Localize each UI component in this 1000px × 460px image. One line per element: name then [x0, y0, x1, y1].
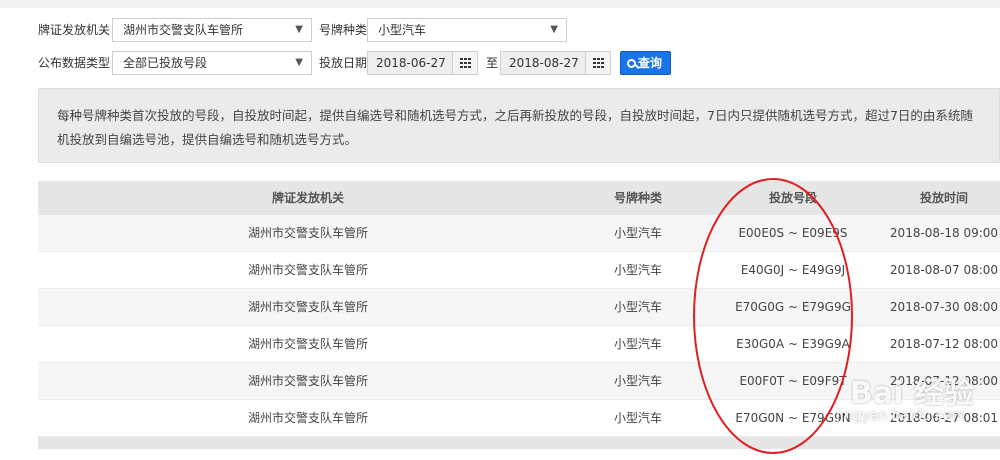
cell-segment: E70G0N ~ E79G9N	[735, 411, 851, 425]
chevron-down-icon: ▼	[295, 57, 303, 68]
query-button-label: 查询	[638, 56, 663, 70]
cell-segment: E00E0S ~ E09E9S	[738, 226, 848, 240]
table-footer	[38, 437, 1000, 449]
issuer-label: 牌证发放机关	[38, 23, 111, 37]
header-plate-type: 号牌种类	[613, 191, 662, 205]
date-label: 投放日期	[319, 56, 368, 70]
plate-type-label: 号牌种类	[319, 23, 368, 37]
date-from-input[interactable]: 2018-06-27	[367, 51, 478, 75]
cell-plate-type: 小型汽车	[613, 411, 662, 425]
data-type-select-value: 全部已投放号段	[123, 56, 208, 70]
header-time: 投放时间	[919, 191, 968, 205]
data-type-select[interactable]: 全部已投放号段 ▼	[112, 51, 312, 75]
notice-box: 每种号牌种类首次投放的号段，自投放时间起，提供自编选号和随机选号方式，之后再新投…	[38, 88, 1000, 163]
cell-time: 2018-07-30 08:00	[889, 300, 999, 314]
date-from-picker-button[interactable]	[452, 51, 478, 75]
table-row: 湖州市交警支队车管所 小型汽车 E00F0T ~ E09F9T 2018-07-…	[38, 363, 1000, 400]
date-from-value: 2018-06-27	[376, 56, 446, 70]
chevron-down-icon: ▼	[295, 24, 303, 35]
plate-type-select-value: 小型汽车	[378, 23, 427, 37]
top-strip	[0, 0, 1000, 8]
results-table: 牌证发放机关 号牌种类 投放号段 投放时间 湖州市交警支队车管所 小型汽车 E0…	[38, 181, 1000, 449]
cell-segment: E00F0T ~ E09F9T	[739, 374, 847, 388]
date-to-picker-button[interactable]	[585, 51, 611, 75]
date-separator: 至	[486, 56, 499, 70]
table-row: 湖州市交警支队车管所 小型汽车 E70G0G ~ E79G9G 2018-07-…	[38, 289, 1000, 326]
cell-segment: E70G0G ~ E79G9G	[735, 300, 851, 314]
cell-plate-type: 小型汽车	[613, 226, 662, 240]
header-segment: 投放号段	[768, 191, 817, 205]
date-to-input[interactable]: 2018-08-27	[500, 51, 611, 75]
table-row: 湖州市交警支队车管所 小型汽车 E00E0S ~ E09E9S 2018-08-…	[38, 215, 1000, 252]
table-row: 湖州市交警支队车管所 小型汽车 E70G0N ~ E79G9N 2018-06-…	[38, 400, 1000, 437]
calendar-icon	[460, 58, 472, 68]
cell-issuer: 湖州市交警支队车管所	[247, 337, 368, 351]
cell-issuer: 湖州市交警支队车管所	[247, 300, 368, 314]
cell-segment: E30G0A ~ E39G9A	[736, 337, 850, 351]
cell-issuer: 湖州市交警支队车管所	[247, 226, 368, 240]
cell-plate-type: 小型汽车	[613, 300, 662, 314]
plate-type-select[interactable]: 小型汽车 ▼	[367, 18, 567, 42]
cell-time: 2018-08-18 09:00	[889, 226, 999, 240]
filter-form: 牌证发放机关 湖州市交警支队车管所 ▼ 号牌种类 小型汽车 ▼ 公布数据类型 全…	[0, 18, 1000, 80]
cell-plate-type: 小型汽车	[613, 263, 662, 277]
cell-issuer: 湖州市交警支队车管所	[247, 374, 368, 388]
data-type-label: 公布数据类型	[38, 56, 111, 70]
cell-segment: E40G0J ~ E49G9J	[740, 263, 846, 277]
chevron-down-icon: ▼	[550, 24, 558, 35]
notice-text: 每种号牌种类首次投放的号段，自投放时间起，提供自编选号和随机选号方式，之后再新投…	[57, 108, 973, 147]
cell-time: 2018-07-12 08:00	[889, 337, 999, 351]
cell-issuer: 湖州市交警支队车管所	[247, 263, 368, 277]
cell-plate-type: 小型汽车	[613, 374, 662, 388]
cell-time: 2018-06-27 08:01	[889, 411, 999, 425]
issuer-select[interactable]: 湖州市交警支队车管所 ▼	[112, 18, 312, 42]
cell-issuer: 湖州市交警支队车管所	[247, 411, 368, 425]
table-row: 湖州市交警支队车管所 小型汽车 E30G0A ~ E39G9A 2018-07-…	[38, 326, 1000, 363]
header-issuer: 牌证发放机关	[271, 191, 344, 205]
query-button[interactable]: 查询	[620, 51, 672, 75]
calendar-icon	[593, 58, 605, 68]
cell-time: 2018-07-12 08:00	[889, 374, 999, 388]
issuer-select-value: 湖州市交警支队车管所	[123, 23, 244, 37]
table-row: 湖州市交警支队车管所 小型汽车 E40G0J ~ E49G9J 2018-08-…	[38, 252, 1000, 289]
cell-time: 2018-08-07 08:00	[889, 263, 999, 277]
search-icon	[627, 59, 636, 68]
date-to-value: 2018-08-27	[509, 56, 579, 70]
cell-plate-type: 小型汽车	[613, 337, 662, 351]
table-header: 牌证发放机关 号牌种类 投放号段 投放时间	[38, 181, 1000, 215]
